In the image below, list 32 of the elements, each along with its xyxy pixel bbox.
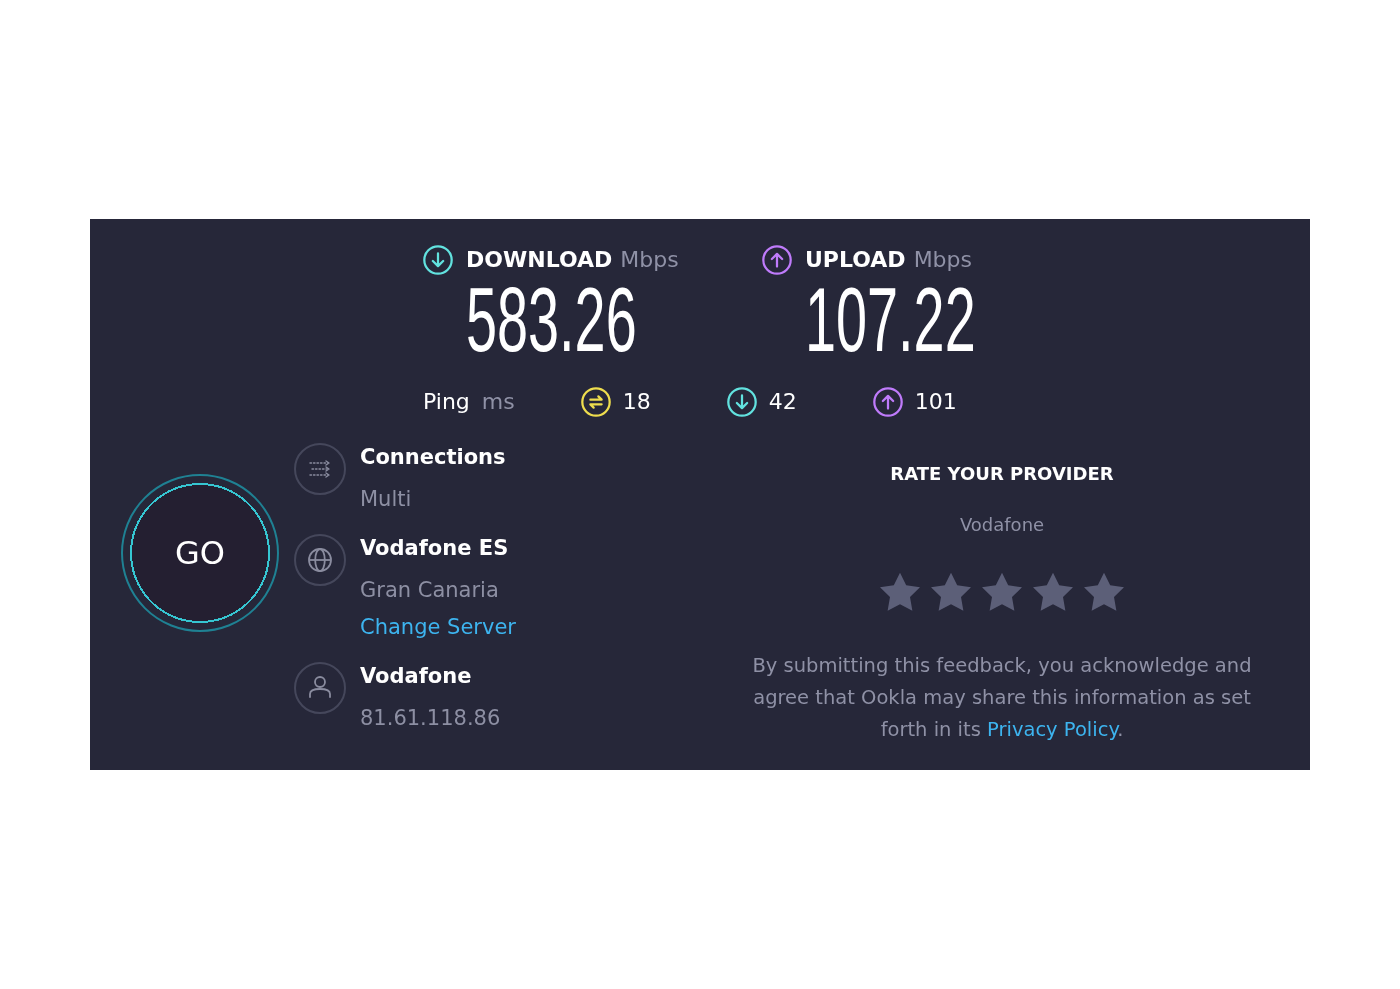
star-icon[interactable] (1033, 572, 1073, 612)
speed-value: 583.26 (466, 275, 637, 365)
detail-title: Vodafone (360, 663, 473, 690)
speed-unit: Mbps (620, 246, 679, 274)
detail-subtitle: Gran Canaria (360, 577, 500, 604)
privacy-policy-link[interactable]: Privacy Policy (987, 718, 1118, 741)
detail-subtitle: Multi (360, 486, 413, 513)
change-server-link[interactable]: Change Server (360, 611, 516, 643)
star-icon[interactable] (982, 572, 1022, 612)
ping-value: 101 (914, 388, 957, 416)
ping-unit: ms (481, 388, 515, 416)
star-icon[interactable] (880, 572, 920, 612)
globe-icon (294, 534, 346, 586)
speed-unit: Mbps (913, 246, 972, 274)
provider-name: Vodafone (959, 513, 1045, 537)
dotted-arrows-icon (294, 443, 346, 495)
go-button[interactable]: GO (121, 474, 279, 632)
star-icon[interactable] (931, 572, 971, 612)
detail-title: Vodafone ES (360, 535, 510, 562)
speed-label: DOWNLOAD (466, 246, 613, 274)
ping-label: Ping (423, 388, 470, 416)
detail-subtitle: 81.61.118.86 (360, 705, 501, 732)
star-icon[interactable] (1084, 572, 1124, 612)
speed-label: UPLOAD (805, 246, 906, 274)
disclaimer-text: By submitting this feedback, you acknowledge and agree that Ookla may share this information as set forth in its Privacy Policy. (751, 653, 1253, 743)
user-icon (294, 662, 346, 714)
rating-title: RATE YOUR PROVIDER (890, 462, 1114, 486)
ping-value: 42 (768, 388, 797, 416)
detail-title: Connections (360, 444, 506, 471)
speed-value: 107.22 (805, 275, 976, 365)
two-arrows-icon (580, 387, 611, 417)
ping-value: 18 (622, 388, 651, 416)
